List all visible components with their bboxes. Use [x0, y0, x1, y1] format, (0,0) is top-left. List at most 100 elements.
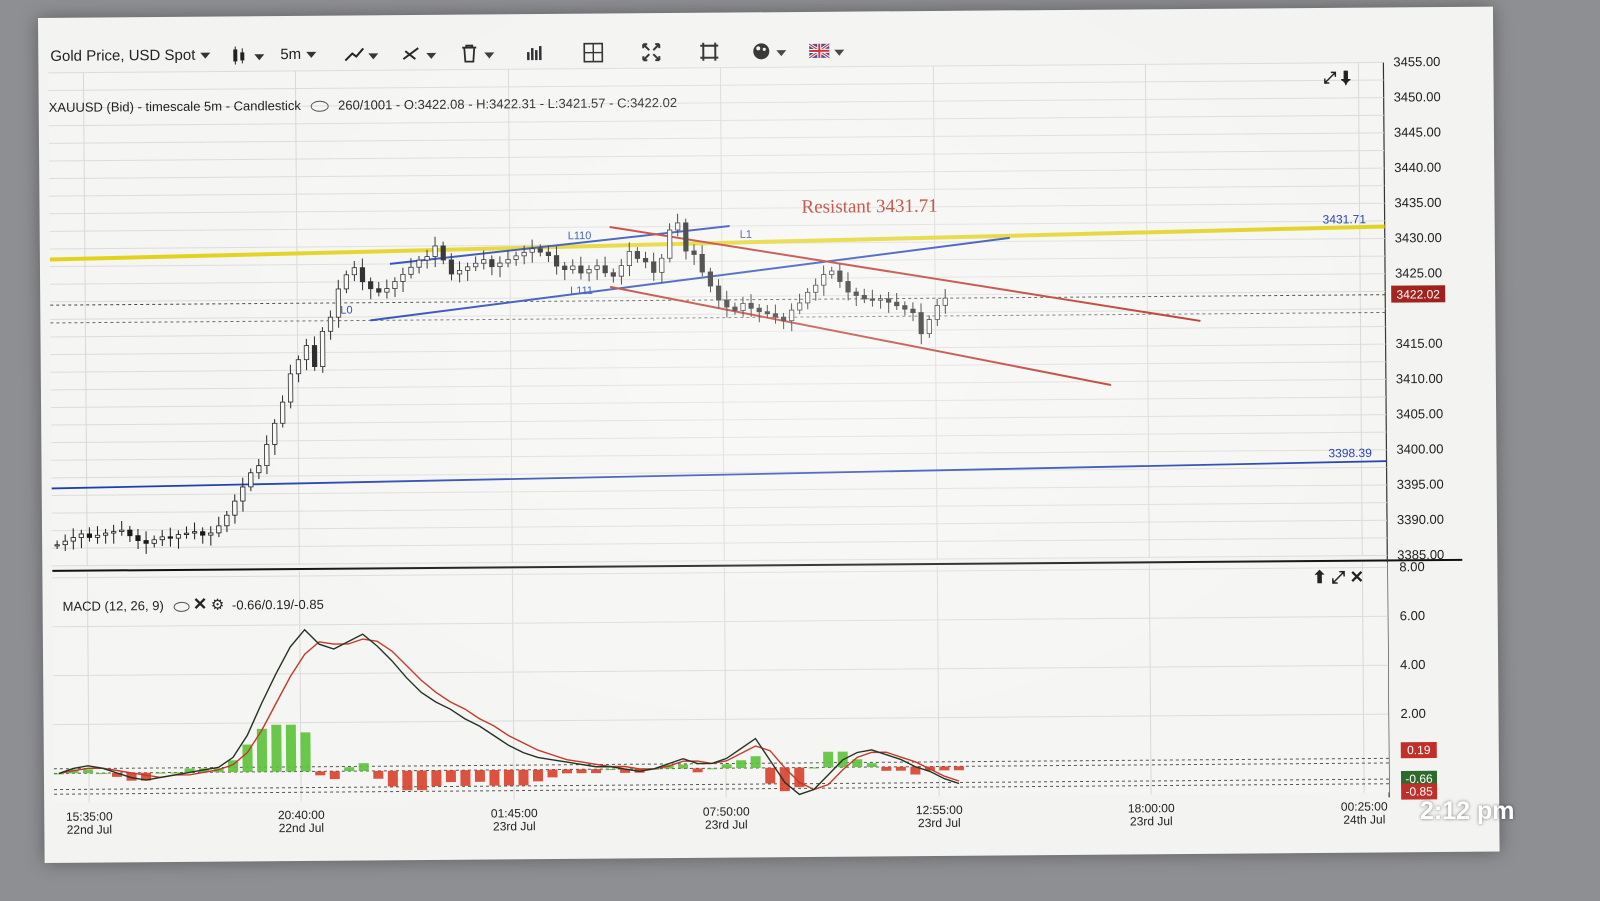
- candle-body: [837, 270, 843, 282]
- candle-body: [797, 302, 803, 311]
- candle-body: [135, 535, 141, 542]
- candle-body: [707, 271, 714, 287]
- macd-histogram-bar: [155, 772, 166, 774]
- candle-body: [756, 307, 762, 313]
- macd-histogram-bar: [329, 771, 340, 780]
- clock-overlay: 2:12 pm: [1420, 797, 1515, 825]
- macd-histogram-bar: [387, 770, 398, 787]
- expand-icon[interactable]: ⤢: [1323, 70, 1336, 87]
- candle-body: [111, 531, 117, 534]
- macd-histogram-bar: [460, 770, 471, 786]
- y-tick-label: 3405.00: [1396, 406, 1443, 421]
- candle-body: [489, 259, 495, 268]
- macd-histogram-bar: [881, 766, 892, 771]
- macd-histogram-bar: [474, 770, 485, 782]
- macd-histogram-bar: [692, 768, 703, 773]
- macd-histogram-bar: [561, 769, 573, 774]
- candle-body: [772, 313, 779, 318]
- x-tick-date: 22nd Jul: [67, 822, 112, 836]
- main-legend-text: XAUUSD (Bid) - timescale 5m - Candlestic…: [48, 97, 301, 115]
- macd-histogram-bar: [939, 766, 950, 771]
- candle-body: [86, 533, 93, 538]
- macd-histogram-bar: [721, 764, 732, 769]
- macd-histogram-bar: [82, 769, 93, 774]
- macd-histogram-bar: [402, 770, 413, 791]
- macd-histogram-bar: [242, 744, 253, 772]
- candle-body: [666, 229, 673, 259]
- candle-body: [594, 265, 600, 270]
- candle-body: [902, 305, 908, 310]
- candle-body: [448, 259, 455, 275]
- candle-body: [934, 304, 940, 320]
- arrow-down-icon[interactable]: ⬇: [1341, 70, 1351, 87]
- macd-y-tick-label: 2.00: [1400, 706, 1425, 721]
- candle-body: [788, 309, 795, 322]
- macd-histogram-bar: [576, 769, 587, 774]
- macd-histogram-bar: [678, 764, 689, 769]
- macd-histogram-bar: [315, 771, 326, 776]
- candle-body: [465, 266, 471, 271]
- candle-body: [368, 281, 374, 290]
- y-tick-label: 3400.00: [1396, 441, 1443, 456]
- eye-icon[interactable]: [173, 601, 190, 612]
- candle-body: [780, 316, 787, 322]
- macd-histogram-bar: [431, 770, 442, 787]
- close-icon[interactable]: ✕: [1350, 568, 1364, 587]
- candle-body: [78, 533, 84, 538]
- gear-icon[interactable]: ⚙: [211, 597, 225, 614]
- macd-histogram-bar: [591, 769, 602, 774]
- macd-legend-text: MACD (12, 26, 9): [62, 598, 164, 614]
- candle-body: [127, 529, 133, 537]
- candle-body: [248, 472, 254, 488]
- candle-body: [659, 257, 665, 273]
- candle-body: [191, 531, 198, 534]
- x-tick-date: 24th Jul: [1343, 812, 1385, 826]
- arrow-up-icon[interactable]: ⬆: [1312, 568, 1326, 587]
- candle-body: [861, 294, 867, 300]
- candle-body: [62, 540, 68, 546]
- macd-histogram-bar: [170, 772, 181, 774]
- macd-values: -0.66/0.19/-0.85: [231, 596, 324, 613]
- candle-body: [513, 255, 519, 260]
- candle-body: [167, 536, 173, 539]
- candle-body: [473, 262, 479, 268]
- candle-body: [327, 316, 334, 332]
- expand-icon[interactable]: ⤢: [1331, 568, 1345, 587]
- candle-body: [885, 298, 892, 303]
- macd-histogram-bar: [808, 767, 819, 769]
- candle-body: [279, 401, 286, 424]
- candle-body: [699, 254, 705, 273]
- candle-body: [821, 274, 827, 286]
- candle-body: [311, 345, 318, 368]
- line-label: L110: [568, 230, 592, 242]
- chart-area[interactable]: 3455.00 3450.00 3445.00 3440.00 3435.00 3430.…: [38, 7, 1500, 863]
- candle-body: [343, 274, 350, 290]
- macd-histogram-bar: [953, 766, 964, 771]
- candle-body: [408, 266, 414, 275]
- x-tick-date: 22nd Jul: [279, 821, 324, 835]
- y-tick-label: 3455.00: [1393, 54, 1440, 69]
- candle-body: [54, 544, 60, 547]
- macd-axis: 8.006.004.002.000.19-0.66-0.85: [1399, 559, 1438, 800]
- price-axis: 3455.00 3450.00 3445.00 3440.00 3435.00 3430.…: [1391, 54, 1446, 562]
- candle-body: [424, 256, 430, 261]
- close-icon[interactable]: ✕: [193, 595, 207, 614]
- macd-histogram-bar: [736, 760, 747, 769]
- candle-body: [805, 291, 811, 304]
- candle-body: [748, 302, 754, 309]
- candle-body: [208, 532, 214, 536]
- chart-screen: Gold Price, USD Spot 5m 3455.00 3450.00 34: [38, 6, 1500, 863]
- macd-histogram-bar: [605, 769, 616, 771]
- candle-body: [642, 257, 649, 263]
- macd-histogram-bar: [344, 767, 355, 772]
- ohlc-values: 260/1001 - O:3422.08 - H:3422.31 - L:342…: [338, 94, 678, 113]
- candle-body: [400, 273, 406, 282]
- resistance-label: Resistant 3431.71: [801, 196, 937, 218]
- candle-body: [264, 444, 270, 467]
- candle-body: [224, 514, 230, 527]
- eye-icon[interactable]: [310, 100, 329, 112]
- candle-body: [432, 245, 438, 257]
- macd-histogram-bar: [547, 769, 558, 778]
- candle-body: [119, 529, 125, 532]
- candle-body: [845, 281, 851, 293]
